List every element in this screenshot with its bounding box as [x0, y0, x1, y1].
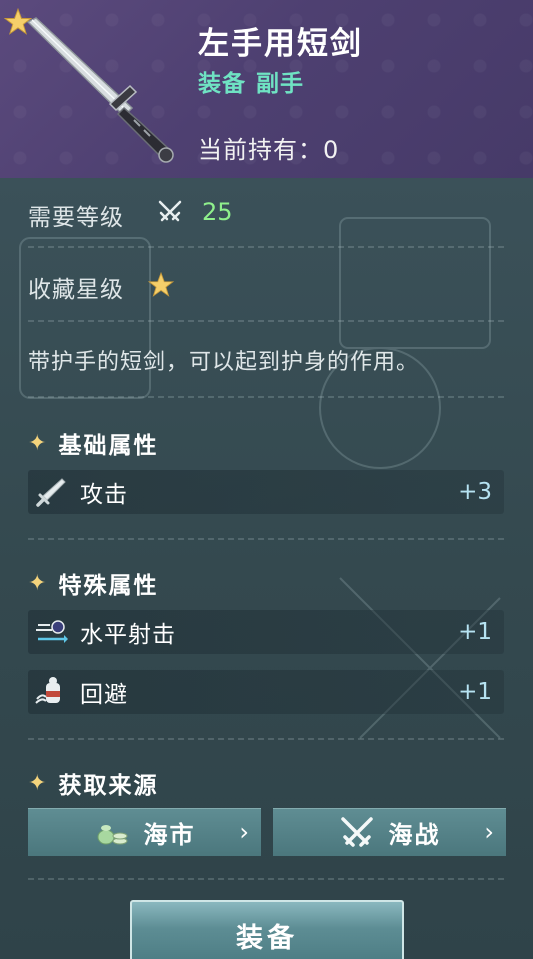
item-type: 装备 副手: [198, 64, 304, 98]
sources-title-text: 获取来源: [58, 773, 159, 799]
sparkle-icon: ✦: [28, 430, 49, 456]
divider: [28, 538, 504, 540]
sources-title: ✦ 获取来源: [28, 766, 158, 800]
stat-label: 回避: [80, 682, 128, 708]
item-name: 左手用短剑: [198, 26, 363, 62]
source-button-naval-battle[interactable]: 海战 ›: [273, 808, 506, 856]
special-stats-title: ✦ 特殊属性: [28, 566, 158, 600]
stat-row-evade: 回避 +1: [28, 670, 504, 714]
crossed-swords-icon: [158, 200, 182, 222]
divider: [28, 246, 504, 248]
divider: [28, 320, 504, 322]
divider: [28, 738, 504, 740]
sword-icon: [36, 478, 66, 507]
rarity-star-icon: [4, 8, 32, 35]
sparkle-icon: ✦: [28, 770, 49, 796]
stat-value: +1: [458, 619, 492, 645]
stat-label: 水平射击: [80, 622, 176, 648]
stat-row-attack: 攻击 +3: [28, 470, 504, 514]
basic-stats-title: ✦ 基础属性: [28, 426, 158, 460]
item-header: 左手用短剑 装备 副手 当前持有：0: [0, 0, 533, 178]
holding-label: 当前持有：: [198, 136, 323, 164]
stat-value: +3: [458, 479, 492, 505]
collect-star-label: 收藏星级: [28, 277, 124, 303]
coin-bag-icon: [97, 824, 127, 844]
sparkle-icon: ✦: [28, 570, 49, 596]
equip-button[interactable]: 装备: [130, 900, 404, 959]
special-stats-title-text: 特殊属性: [58, 573, 159, 599]
holding-count: 当前持有：0: [198, 130, 339, 165]
stat-value: +1: [458, 679, 492, 705]
equip-button-label: 装备: [236, 923, 298, 954]
evade-icon: [35, 677, 60, 704]
stat-label: 攻击: [80, 482, 128, 508]
required-level-label: 需要等级: [28, 205, 124, 231]
required-level-value: 25: [202, 198, 233, 226]
horizontal-shot-icon: [36, 620, 68, 643]
basic-stats-title-text: 基础属性: [58, 433, 159, 459]
crossed-swords-icon: [340, 816, 373, 847]
divider: [28, 396, 504, 398]
item-category: 装备: [198, 71, 246, 97]
collect-star-icon: [148, 272, 174, 297]
stat-row-horizontal-shot: 水平射击 +1: [28, 610, 504, 654]
item-slot: 副手: [256, 71, 304, 97]
item-detail-panel: 需要等级 25 收藏星级 带护手的短剑，可以起到护身的作用。 ✦ 基础属性 攻击…: [0, 178, 533, 959]
holding-value: 0: [323, 136, 340, 164]
chevron-right-icon: ›: [239, 818, 249, 846]
divider: [28, 878, 504, 880]
item-description: 带护手的短剑，可以起到护身的作用。: [28, 350, 420, 375]
source-button-market[interactable]: 海市 ›: [28, 808, 261, 856]
source-label: 海市: [143, 821, 196, 849]
source-label: 海战: [388, 821, 441, 849]
chevron-right-icon: ›: [484, 818, 494, 846]
